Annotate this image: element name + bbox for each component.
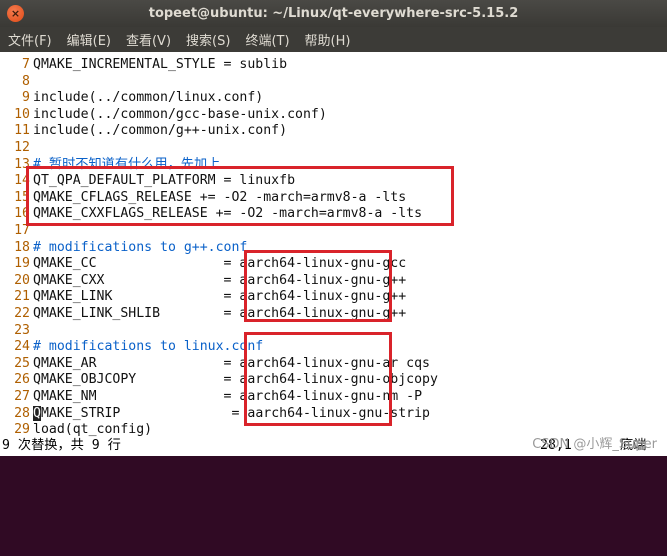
code-line: 12	[0, 139, 33, 156]
code-line: 9 include(../common/linux.conf)	[0, 89, 263, 106]
highlight-box-toolchain-linux	[244, 332, 392, 426]
line-number: 25	[14, 355, 30, 371]
comment-text: # modifications to linux.conf	[33, 339, 264, 355]
code-text: include(../common/g++-unix.conf)	[33, 123, 288, 139]
menu-edit[interactable]: 编辑(E)	[59, 30, 118, 49]
line-number: 21	[14, 289, 30, 305]
highlight-box-platform	[26, 166, 454, 226]
code-line: 23	[0, 322, 33, 339]
terminal-editor[interactable]: 7 QMAKE_INCREMENTAL_STYLE = sublib 8 9 inclu…	[0, 52, 667, 456]
line-number: 23	[14, 322, 30, 338]
line-number: 11	[14, 123, 30, 139]
line-number: 9	[22, 90, 30, 106]
line-number: 26	[14, 372, 30, 388]
menu-help[interactable]: 帮助(H)	[297, 30, 358, 49]
line-number: 19	[14, 256, 30, 272]
code-text: QMAKE_INCREMENTAL_STYLE = sublib	[33, 57, 288, 72]
menu-bar: 文件(F) 编辑(E) 查看(V) 搜索(S) 终端(T) 帮助(H)	[0, 27, 667, 52]
code-line: 7 QMAKE_INCREMENTAL_STYLE = sublib	[0, 56, 287, 73]
close-icon[interactable]: ×	[7, 5, 24, 22]
code-line: 24 # modifications to linux.conf	[0, 338, 263, 355]
line-number: 12	[14, 140, 30, 155]
code-text: load(qt_config)	[33, 422, 153, 438]
window-titlebar: × topeet@ubuntu: ~/Linux/qt-everywhere-s…	[0, 0, 667, 27]
line-number: 24	[14, 339, 30, 355]
line-number: 22	[14, 306, 30, 321]
code-line: 18 # modifications to g++.conf	[0, 239, 247, 256]
code-text: include(../common/gcc-base-unix.conf)	[33, 106, 327, 122]
line-number: 28	[14, 405, 30, 421]
line-number: 10	[14, 106, 30, 122]
code-line: 11 include(../common/g++-unix.conf)	[0, 122, 287, 139]
line-number: 18	[14, 239, 30, 255]
menu-search[interactable]: 搜索(S)	[178, 30, 237, 49]
cursor: Q	[33, 405, 41, 421]
status-message: 9 次替换，共 9 行	[2, 438, 121, 453]
line-number: 27	[14, 389, 30, 404]
code-line: 10 include(../common/gcc-base-unix.conf)	[0, 106, 327, 123]
menu-terminal[interactable]: 终端(T)	[237, 30, 296, 49]
code-line: 8	[0, 73, 33, 90]
menu-view[interactable]: 查看(V)	[118, 30, 178, 49]
line-number: 8	[22, 73, 30, 89]
line-number: 20	[14, 272, 30, 288]
menu-file[interactable]: 文件(F)	[0, 30, 59, 49]
highlight-box-toolchain-gpp	[244, 250, 392, 322]
window-title: topeet@ubuntu: ~/Linux/qt-everywhere-src…	[148, 6, 519, 21]
code-text: include(../common/linux.conf)	[33, 90, 264, 106]
status-line: 9 次替换，共 9 行 28,1 底端 CSDN @小辉_Super	[0, 436, 667, 456]
line-number: 7	[22, 57, 30, 72]
comment-text: # modifications to g++.conf	[33, 239, 248, 255]
watermark: CSDN @小辉_Super	[532, 437, 657, 452]
